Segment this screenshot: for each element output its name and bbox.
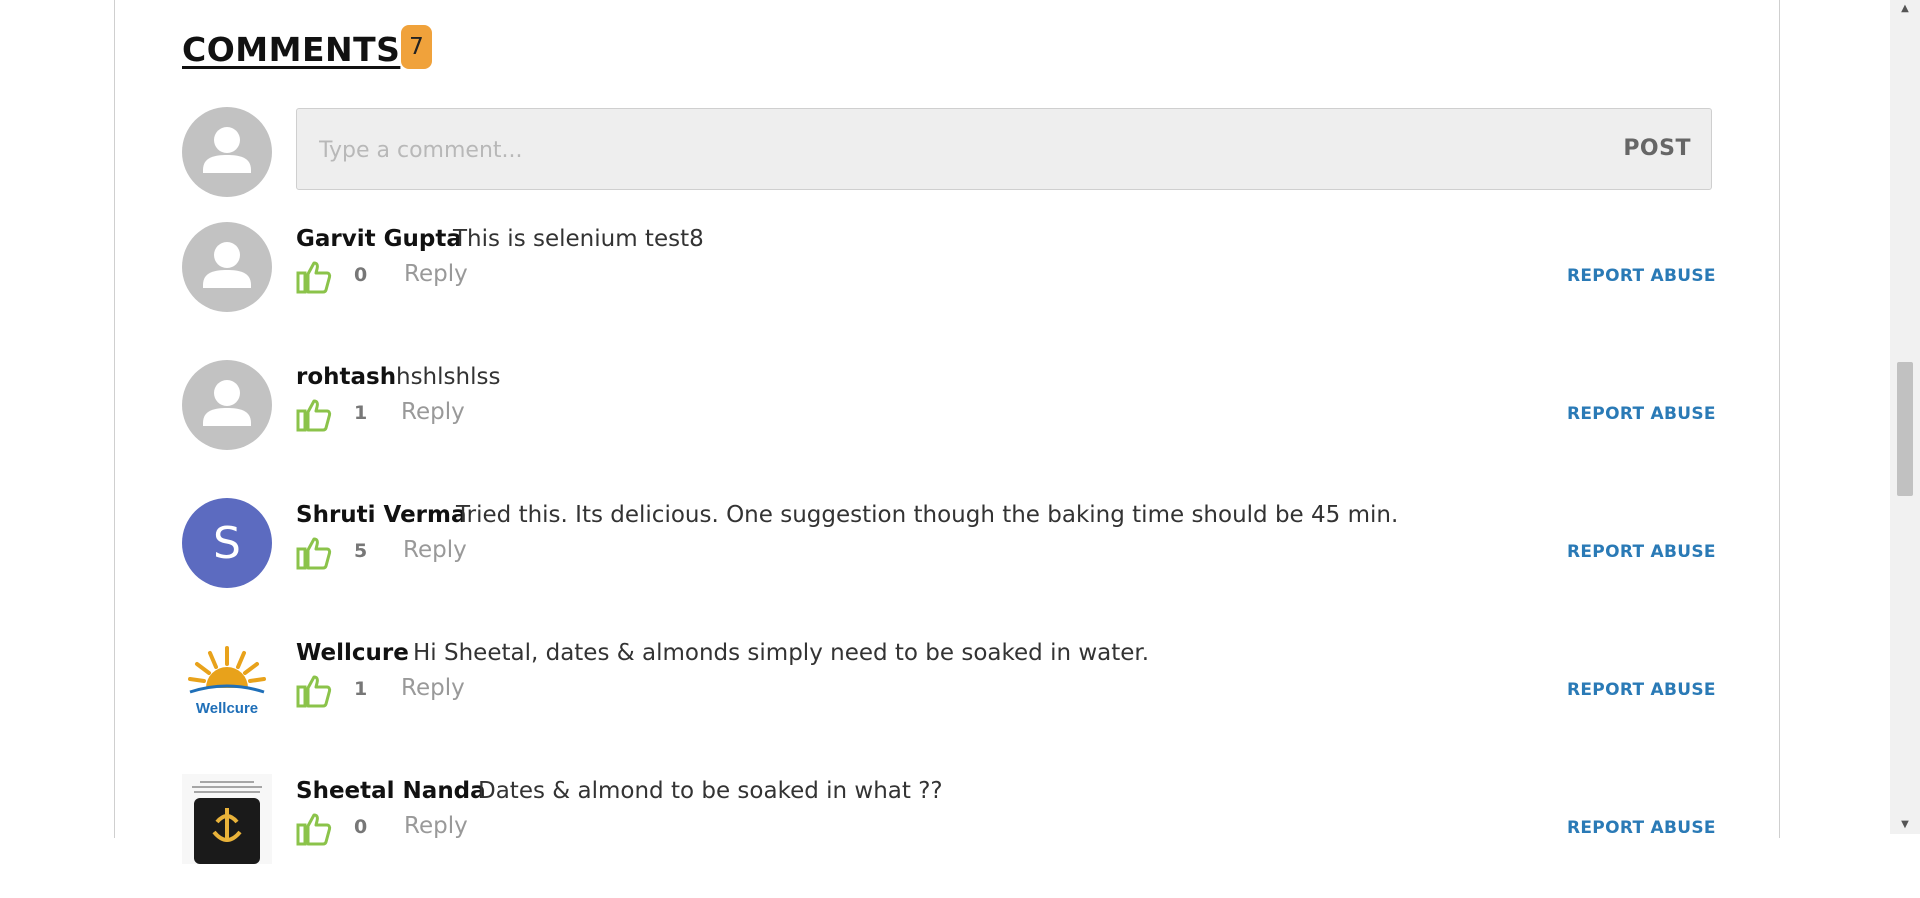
comment-item: Sheetal Nanda Dates & almond to be soake… [0,774,1920,898]
reply-link[interactable]: Reply [403,537,467,563]
comment-text: Hi Sheetal, dates & almonds simply need … [413,640,1150,666]
comment-item: Wellcure Wellcure Hi Sheetal, dates & al… [0,636,1920,760]
like-count: 1 [354,678,368,700]
comment-text: hshlshlss [396,364,501,390]
thumbs-up-icon[interactable] [296,536,332,570]
comment-author[interactable]: rohtash [296,364,396,390]
scroll-down-arrow-icon[interactable]: ▼ [1890,816,1920,834]
like-count: 5 [354,540,368,562]
wellcure-logo-text: Wellcure [196,700,258,717]
like-count: 0 [354,264,368,286]
comment-item: S Shruti Verma Tried this. Its delicious… [0,498,1920,622]
commenter-avatar [182,360,272,450]
reply-link[interactable]: Reply [401,399,465,425]
comment-author[interactable]: Sheetal Nanda [296,778,486,804]
scroll-up-arrow-icon[interactable]: ▲ [1890,0,1920,18]
commenter-avatar: S [182,498,272,588]
thumbs-up-icon[interactable] [296,812,332,846]
thumbs-up-icon[interactable] [296,398,332,432]
report-abuse-link[interactable]: REPORT ABUSE [1567,818,1716,838]
comment-text: Dates & almond to be soaked in what ?? [478,778,943,804]
user-icon [203,380,251,426]
comments-heading: COMMENTS [182,30,401,69]
report-abuse-link[interactable]: REPORT ABUSE [1567,266,1716,286]
comment-item: Garvit Gupta This is selenium test8 0 Re… [0,222,1920,346]
user-icon [203,127,251,173]
report-abuse-link[interactable]: REPORT ABUSE [1567,542,1716,562]
reply-link[interactable]: Reply [404,813,468,839]
wellcure-logo: Wellcure [188,646,266,717]
comment-author[interactable]: Shruti Verma [296,502,467,528]
avatar-letter: S [213,517,241,569]
post-button[interactable]: POST [1623,109,1691,189]
vertical-scrollbar[interactable]: ▲ ▼ [1890,0,1920,834]
like-count: 0 [354,816,368,838]
commenter-avatar [182,222,272,312]
thumbs-up-icon[interactable] [296,260,332,294]
reply-link[interactable]: Reply [404,261,468,287]
comment-input[interactable] [317,109,1521,191]
commenter-avatar: Wellcure [182,636,272,726]
report-abuse-link[interactable]: REPORT ABUSE [1567,680,1716,700]
report-abuse-link[interactable]: REPORT ABUSE [1567,404,1716,424]
profile-photo-image [182,774,272,864]
comment-author[interactable]: Garvit Gupta [296,226,462,252]
like-count: 1 [354,402,368,424]
current-user-avatar [182,107,272,197]
reply-link[interactable]: Reply [401,675,465,701]
comment-text: Tried this. Its delicious. One suggestio… [456,502,1399,528]
comment-text: This is selenium test8 [453,226,704,252]
comment-item: rohtash hshlshlss 1 Reply REPORT ABUSE [0,360,1920,484]
scroll-thumb[interactable] [1897,362,1913,496]
comment-count-badge: 7 [401,25,432,69]
commenter-avatar [182,774,272,864]
user-icon [203,242,251,288]
comment-composer: POST [296,108,1712,191]
comment-author[interactable]: Wellcure [296,640,409,666]
thumbs-up-icon[interactable] [296,674,332,708]
